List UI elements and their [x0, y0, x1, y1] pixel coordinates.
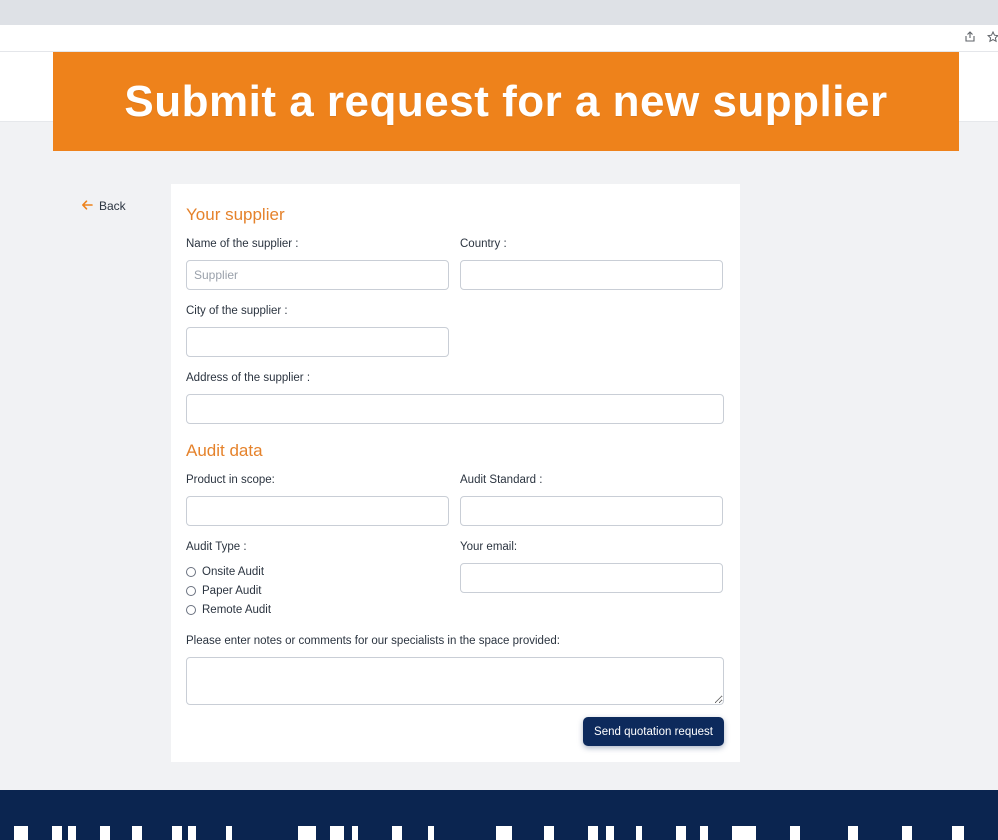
page-footer [0, 790, 998, 840]
email-input[interactable] [460, 563, 723, 593]
email-label: Your email: [460, 541, 518, 553]
supplier-name-label: Name of the supplier : [186, 238, 299, 250]
footer-decoration [172, 826, 182, 840]
browser-toolbar [0, 25, 998, 52]
share-icon[interactable] [963, 31, 977, 45]
audit-type-option-remote[interactable]: Remote Audit [186, 604, 271, 616]
notes-textarea[interactable] [186, 657, 724, 705]
section-title-audit: Audit data [186, 441, 263, 460]
radio-button[interactable] [186, 605, 196, 615]
notes-label: Please enter notes or comments for our s… [186, 635, 560, 647]
supplier-name-input[interactable] [186, 260, 449, 290]
audit-type-label: Audit Type : [186, 541, 247, 553]
city-input[interactable] [186, 327, 449, 357]
arrow-left-icon [81, 199, 93, 213]
footer-decoration [298, 826, 316, 840]
footer-decoration [392, 826, 402, 840]
audit-type-option-onsite[interactable]: Onsite Audit [186, 566, 264, 578]
audit-standard-input[interactable] [460, 496, 723, 526]
page-banner: Submit a request for a new supplier [53, 52, 959, 151]
country-label: Country : [460, 238, 507, 250]
footer-decoration [100, 826, 110, 840]
footer-decoration [636, 826, 642, 840]
footer-decoration [52, 826, 62, 840]
footer-decoration [732, 826, 756, 840]
address-input[interactable] [186, 394, 724, 424]
footer-decoration [132, 826, 142, 840]
radio-label: Paper Audit [202, 585, 262, 597]
radio-button[interactable] [186, 567, 196, 577]
back-label: Back [99, 199, 126, 213]
browser-tab-strip [0, 0, 998, 25]
footer-decoration [226, 826, 232, 840]
footer-decoration [352, 826, 358, 840]
city-label: City of the supplier : [186, 305, 288, 317]
star-icon[interactable] [986, 30, 998, 45]
footer-decoration [428, 826, 434, 840]
footer-decoration [188, 826, 196, 840]
footer-decoration [952, 826, 964, 840]
footer-decoration [14, 826, 28, 840]
radio-button[interactable] [186, 586, 196, 596]
product-scope-label: Product in scope: [186, 474, 275, 486]
footer-decoration [676, 826, 686, 840]
footer-decoration [790, 826, 800, 840]
audit-type-option-paper[interactable]: Paper Audit [186, 585, 261, 597]
footer-decoration [902, 826, 912, 840]
request-form: Your supplier Name of the supplier : Cou… [171, 184, 740, 762]
radio-label: Onsite Audit [202, 566, 265, 578]
radio-label: Remote Audit [202, 604, 272, 616]
audit-standard-label: Audit Standard : [460, 474, 543, 486]
product-scope-input[interactable] [186, 496, 449, 526]
country-input[interactable] [460, 260, 723, 290]
footer-decoration [544, 826, 554, 840]
send-quotation-button[interactable]: Send quotation request [583, 717, 724, 746]
footer-decoration [606, 826, 614, 840]
footer-decoration [68, 826, 76, 840]
address-label: Address of the supplier : [186, 372, 311, 384]
back-link[interactable]: Back [81, 199, 126, 213]
banner-title: Submit a request for a new supplier [124, 76, 888, 126]
section-title-supplier: Your supplier [186, 205, 285, 224]
footer-decoration [330, 826, 344, 840]
footer-decoration [588, 826, 598, 840]
footer-decoration [848, 826, 858, 840]
footer-decoration [496, 826, 512, 840]
footer-decoration [700, 826, 708, 840]
